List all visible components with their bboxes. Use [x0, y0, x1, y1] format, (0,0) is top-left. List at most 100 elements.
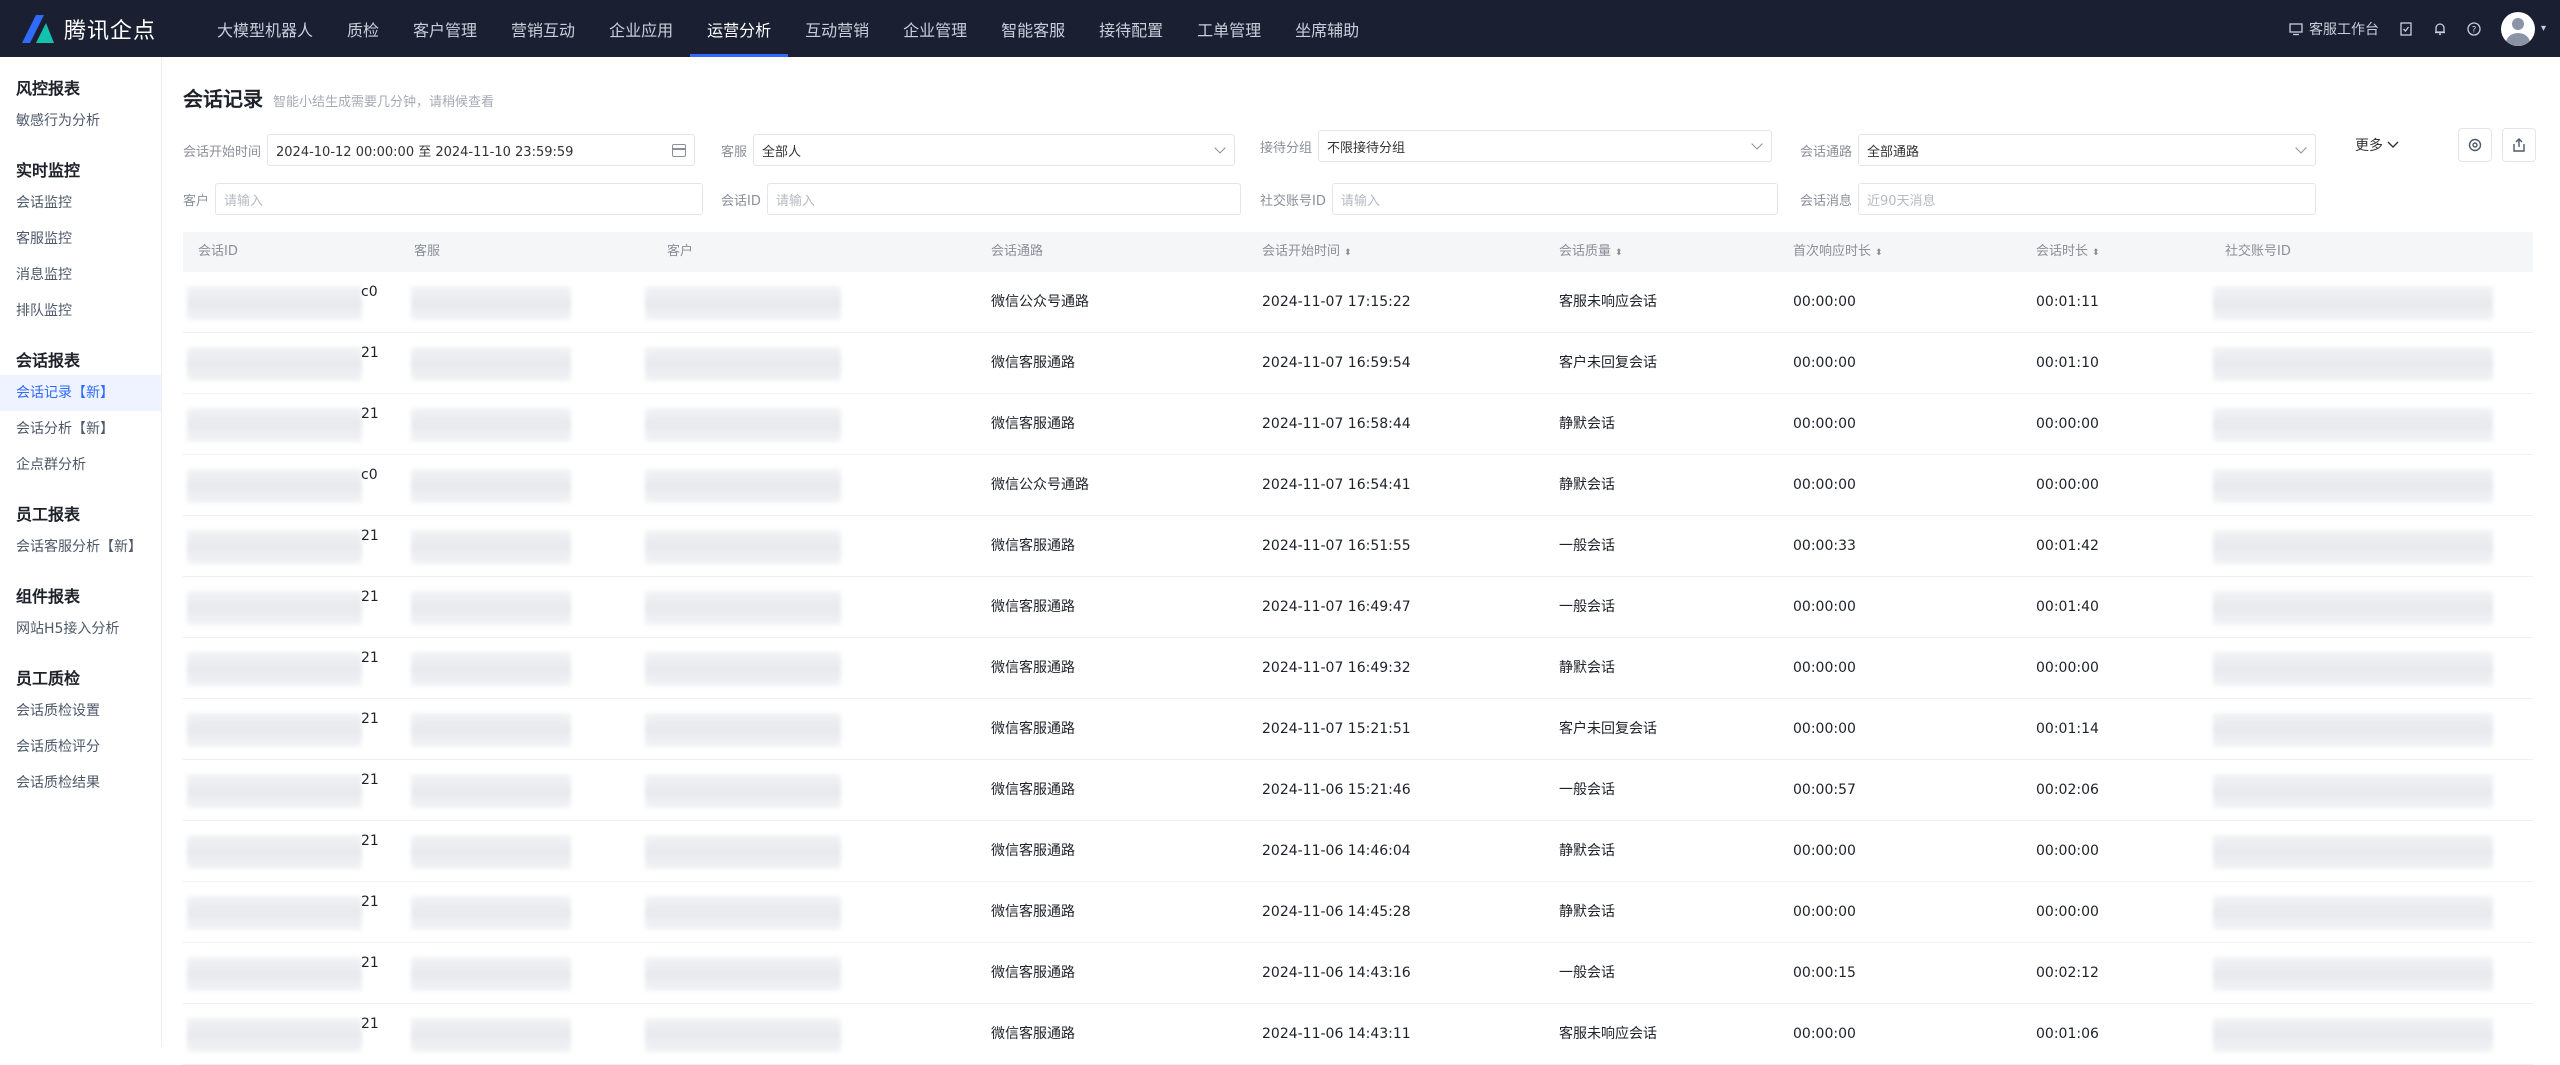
- redacted-cell: [411, 530, 571, 564]
- redacted-cell: [187, 652, 362, 686]
- calendar-icon: [672, 144, 687, 157]
- sidebar-group-title: 员工报表: [16, 505, 81, 524]
- bell-icon[interactable]: [2433, 22, 2447, 36]
- nav-item-5[interactable]: 运营分析: [690, 0, 789, 57]
- cell-channel: 微信客服通路: [991, 721, 1075, 737]
- cell-start-time: 2024-11-06 14:45:28: [1262, 904, 1411, 920]
- social-id-input[interactable]: 请输入: [1331, 183, 1778, 215]
- sidebar-group: 员工质检会话质检设置 会话质检评分 会话质检结果: [0, 665, 161, 801]
- nav-item-3[interactable]: 营销互动: [494, 0, 592, 57]
- table-row[interactable]: 21 微信客服通路 2024-11-06 15:21:46 一般会话 00:00:57 0…: [183, 760, 2533, 821]
- col-start-time[interactable]: 会话开始时间 ⬍: [1262, 232, 1352, 273]
- help-icon[interactable]: ?: [2467, 21, 2481, 36]
- filter-group: 接待分组 不限接待分组: [1260, 130, 1773, 162]
- cell-start-time: 2024-11-06 14:43:16: [1262, 965, 1411, 981]
- sidebar-item[interactable]: 企点群分析: [0, 447, 161, 483]
- topbar-actions: 客服工作台 ? ▾: [2289, 0, 2546, 57]
- sidebar-item[interactable]: 会话客服分析【新】: [0, 529, 161, 565]
- customer-input[interactable]: 请输入: [215, 183, 704, 215]
- user-avatar[interactable]: [2500, 11, 2535, 46]
- workbench-link[interactable]: 客服工作台: [2289, 19, 2379, 39]
- table-row[interactable]: c0 微信公众号通路 2024-11-07 17:15:22 客服未响应会话 00:00…: [183, 272, 2533, 333]
- table-row[interactable]: 21 微信客服通路 2024-11-06 14:46:04 静默会话 00:00:00 0…: [183, 821, 2533, 882]
- cell-duration: 00:00:00: [2036, 843, 2099, 859]
- col-quality[interactable]: 会话质量 ⬍: [1559, 232, 1623, 273]
- chevron-down-icon: [2387, 141, 2399, 148]
- redacted-cell: [645, 286, 841, 320]
- col-first-response[interactable]: 首次响应时长 ⬍: [1793, 232, 1883, 273]
- cell-first-response: 00:00:00: [1793, 904, 1856, 920]
- sidebar-item[interactable]: 会话质检设置: [0, 693, 161, 729]
- sidebar-item[interactable]: 敏感行为分析: [0, 103, 161, 139]
- col-channel: 会话通路: [991, 244, 1044, 259]
- nav-item-2[interactable]: 客户管理: [396, 0, 494, 57]
- sidebar-group-title: 员工质检: [16, 669, 81, 688]
- session-id-label: 会话ID: [721, 193, 761, 209]
- task-check-icon[interactable]: [2399, 21, 2413, 36]
- table-row[interactable]: c0 微信公众号通路 2024-11-07 16:54:41 静默会话 00:00:00…: [183, 455, 2533, 516]
- table-row[interactable]: 21 微信客服通路 2024-11-07 16:51:55 一般会话 00:00:33 0…: [183, 516, 2533, 577]
- cell-channel: 微信客服通路: [991, 599, 1075, 615]
- brand-logo[interactable]: 腾讯企点: [0, 0, 200, 57]
- chevron-down-icon: [2295, 142, 2307, 154]
- sidebar-group: 员工报表会话客服分析【新】: [0, 501, 161, 565]
- nav-item-0[interactable]: 大模型机器人: [200, 0, 330, 57]
- cell-duration: 00:01:10: [2036, 355, 2099, 371]
- session-id-input[interactable]: 请输入: [766, 183, 1241, 215]
- nav-item-8[interactable]: 智能客服: [984, 0, 1082, 57]
- table-row[interactable]: 21 微信客服通路 2024-11-06 14:43:11 客服未响应会话 00:00:…: [183, 1004, 2533, 1065]
- session-id-tail: 21: [361, 406, 379, 422]
- sidebar-item[interactable]: 会话记录【新】: [0, 375, 161, 411]
- cell-duration: 00:00:00: [2036, 416, 2099, 432]
- sidebar-item[interactable]: 消息监控: [0, 257, 161, 293]
- group-select[interactable]: 不限接待分组: [1318, 130, 1773, 162]
- session-id-tail: 21: [361, 1016, 379, 1032]
- nav-item-6[interactable]: 互动营销: [788, 0, 886, 57]
- table-row[interactable]: 21 微信客服通路 2024-11-07 16:49:47 一般会话 00:00:00 0…: [183, 577, 2533, 638]
- redacted-cell: [187, 347, 362, 381]
- table-row[interactable]: 21 微信客服通路 2024-11-07 16:49:32 静默会话 00:00:00 0…: [183, 638, 2533, 699]
- table-row[interactable]: 21 微信客服通路 2024-11-07 16:58:44 静默会话 00:00:00 0…: [183, 394, 2533, 455]
- cell-first-response: 00:00:00: [1793, 1026, 1856, 1042]
- channel-select[interactable]: 全部通路: [1858, 134, 2317, 166]
- chevron-down-icon[interactable]: ▾: [2541, 23, 2546, 34]
- nav-item-9[interactable]: 接待配置: [1082, 0, 1180, 57]
- redacted-cell: [2213, 957, 2493, 991]
- nav-item-11[interactable]: 坐席辅助: [1278, 0, 1376, 57]
- agent-select[interactable]: 全部人: [753, 134, 1236, 166]
- nav-item-7[interactable]: 企业管理: [886, 0, 984, 57]
- sidebar-item[interactable]: 会话分析【新】: [0, 411, 161, 447]
- cell-channel: 微信公众号通路: [991, 294, 1089, 310]
- table-row[interactable]: 21 微信客服通路 2024-11-06 14:45:28 静默会话 00:00:00 0…: [183, 882, 2533, 943]
- nav-item-4[interactable]: 企业应用: [592, 0, 690, 57]
- redacted-cell: [187, 591, 362, 625]
- table-row[interactable]: 21 微信客服通路 2024-11-07 15:21:51 客户未回复会话 00:00:…: [183, 699, 2533, 760]
- cell-start-time: 2024-11-07 16:49:32: [1262, 660, 1411, 676]
- filter-customer: 客户 请输入: [183, 183, 704, 215]
- sidebar-group: 风控报表 敏感行为分析: [0, 75, 161, 139]
- message-input[interactable]: 近90天消息: [1858, 183, 2317, 215]
- more-filters-button[interactable]: 更多: [2355, 135, 2399, 155]
- sidebar-item[interactable]: 会话监控: [0, 185, 161, 221]
- export-button[interactable]: [2502, 128, 2536, 162]
- table-row[interactable]: 21 微信客服通路 2024-11-06 14:43:16 一般会话 00:00:15 0…: [183, 943, 2533, 1004]
- nav-item-10[interactable]: 工单管理: [1180, 0, 1278, 57]
- session-id-tail: 21: [361, 955, 379, 971]
- sidebar-item[interactable]: 客服监控: [0, 221, 161, 257]
- sidebar-item[interactable]: 网站H5接入分析: [0, 611, 161, 647]
- cell-first-response: 00:00:00: [1793, 355, 1856, 371]
- sidebar-item[interactable]: 会话质检评分: [0, 729, 161, 765]
- start-time-range-picker[interactable]: 2024-10-12 00:00:00 至 2024-11-10 23:59:5…: [267, 134, 696, 166]
- table-row[interactable]: 21 微信客服通路 2024-11-07 16:59:54 客户未回复会话 00:00:…: [183, 333, 2533, 394]
- cell-channel: 微信客服通路: [991, 355, 1075, 371]
- nav-item-1[interactable]: 质检: [330, 0, 396, 57]
- top-navbar: 腾讯企点 大模型机器人 质检 客户管理 营销互动 企业应用 运营分析 互动营销 企业管理 智能客…: [0, 0, 2560, 57]
- sidebar-item[interactable]: 会话质检结果: [0, 765, 161, 801]
- workbench-label: 客服工作台: [2308, 21, 2379, 38]
- col-duration[interactable]: 会话时长 ⬍: [2036, 232, 2100, 273]
- redacted-cell: [411, 957, 571, 991]
- col-customer: 客户: [667, 244, 694, 259]
- cell-channel: 微信客服通路: [991, 538, 1075, 554]
- settings-button[interactable]: [2458, 128, 2492, 162]
- sidebar-item[interactable]: 排队监控: [0, 293, 161, 329]
